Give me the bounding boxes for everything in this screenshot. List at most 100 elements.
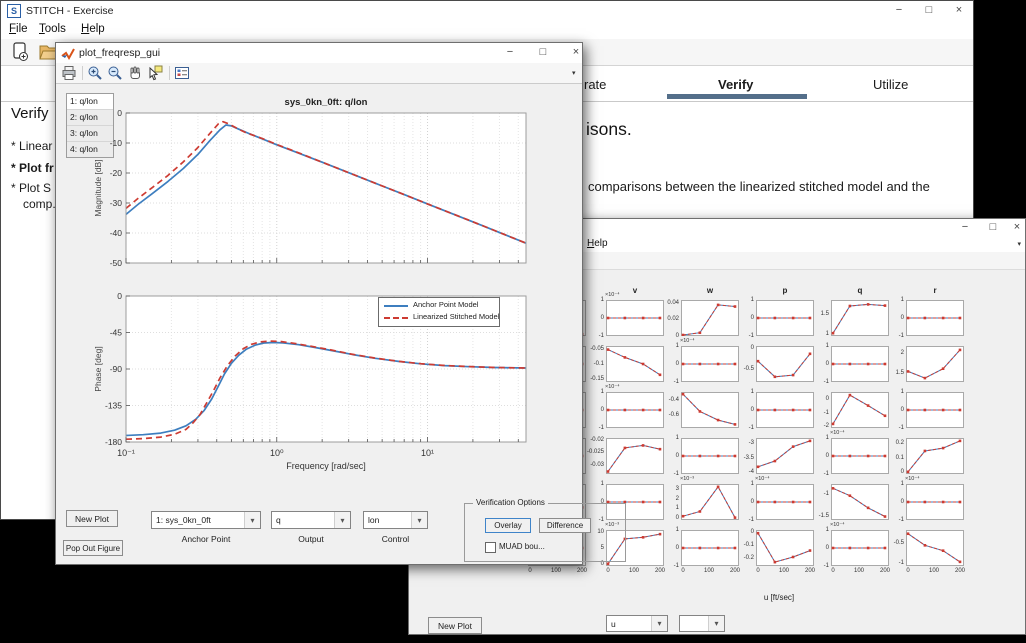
svg-text:-10: -10 [110, 138, 123, 148]
active-tab-underline [667, 94, 807, 99]
zoom-out-icon[interactable] [107, 65, 123, 81]
new-model-icon[interactable] [11, 42, 31, 62]
new-plot-button[interactable]: New Plot [428, 617, 482, 634]
minimize-button[interactable]: − [496, 43, 524, 62]
sidebar-heading: Verify [11, 105, 49, 122]
verification-options-title: Verification Options [473, 498, 548, 507]
toolbar-overflow-icon[interactable]: ▾ [572, 69, 576, 77]
svg-text:-135: -135 [105, 401, 122, 411]
muad-bounds-label: MUAD bou... [499, 542, 545, 551]
freqresp-titlebar: plot_freqresp_gui − □ × [56, 43, 582, 64]
svg-text:-180: -180 [105, 437, 122, 447]
toolbar-separator [169, 66, 170, 80]
zoom-in-icon[interactable] [87, 65, 103, 81]
main-menubar: File Tools Help [1, 21, 973, 40]
x-variable-dropdown[interactable]: u ▾ [606, 615, 668, 632]
svg-text:0: 0 [117, 108, 122, 118]
svg-text:sys_0kn_0ft: q/lon: sys_0kn_0ft: q/lon [285, 97, 368, 108]
svg-text:10⁰: 10⁰ [270, 448, 284, 458]
anchor-point-label: Anchor Point [151, 534, 261, 544]
chevron-down-icon: ▾ [708, 616, 724, 631]
print-icon[interactable] [61, 65, 77, 81]
tab-generate-partial[interactable]: rate [584, 77, 606, 92]
x-tick-label: 200 [952, 568, 968, 574]
mini-plot: 10-1×10⁻⁴0100200 [811, 522, 889, 578]
bullet-marker: * [11, 139, 16, 153]
sidebar-bullet: * Plot fr [11, 161, 54, 175]
x-tick-label: 0 [600, 568, 616, 574]
menu-help[interactable]: Help [587, 238, 608, 249]
output-label: Output [271, 534, 351, 544]
svg-text:10⁻¹: 10⁻¹ [117, 448, 135, 458]
legend-icon[interactable] [174, 65, 190, 81]
desktop: { "glyphs": {"minimize":"−","maximize":"… [0, 0, 1026, 643]
minimize-button[interactable]: − [954, 218, 976, 237]
difference-button[interactable]: Difference [539, 518, 591, 533]
svg-text:Magnitude [dB]: Magnitude [dB] [93, 159, 103, 216]
verification-options-group: Verification Options Overlay Difference … [464, 503, 626, 562]
svg-text:-90: -90 [110, 364, 123, 374]
chevron-down-icon: ▾ [244, 512, 260, 528]
close-button[interactable]: × [1008, 218, 1026, 237]
x-tick-label: 100 [626, 568, 642, 574]
x-tick-label: 0 [675, 568, 691, 574]
anchor-point-dropdown[interactable]: 1: sys_0kn_0ft ▾ [151, 511, 261, 529]
menu-tools[interactable]: Tools [39, 23, 66, 35]
stitch-app-icon: S [7, 4, 21, 18]
toolbar-overflow-icon[interactable]: ▾ [1017, 240, 1021, 248]
mini-plot: 10-10100200 [661, 522, 739, 578]
minimize-button[interactable]: − [885, 1, 913, 20]
x-tick-label: 100 [701, 568, 717, 574]
svg-text:10¹: 10¹ [421, 448, 434, 458]
plot-freqresp-window: plot_freqresp_gui − □ × [55, 42, 583, 565]
menu-help[interactable]: Help [81, 23, 105, 35]
tab-verify[interactable]: Verify [718, 77, 753, 92]
sidebar-bullet: * Linear [11, 139, 52, 153]
x-tick-label: 0 [750, 568, 766, 574]
tab-utilize[interactable]: Utilize [873, 77, 908, 92]
toolbar-separator [82, 66, 83, 80]
overlay-button[interactable]: Overlay [485, 518, 531, 533]
legend-label: Linearized Stitched Model [413, 312, 499, 321]
bullet-marker: * [11, 161, 16, 175]
maximize-button[interactable]: □ [529, 43, 557, 62]
main-window-title: STITCH - Exercise [26, 5, 114, 17]
maximize-button[interactable]: □ [915, 1, 943, 20]
pan-icon[interactable] [127, 65, 143, 81]
mini-plot: 0-0.1-0.20100200 [736, 522, 814, 578]
menu-file[interactable]: File [9, 23, 28, 35]
matlab-figure-icon [61, 46, 75, 60]
x-tick-label: 100 [926, 568, 942, 574]
close-button[interactable]: × [945, 1, 973, 20]
secondary-dropdown[interactable]: ▾ [679, 615, 725, 632]
legend-label: Anchor Point Model [413, 300, 478, 309]
x-tick-label: 100 [776, 568, 792, 574]
new-plot-button[interactable]: New Plot [66, 510, 118, 527]
freqresp-toolbar: ▾ [56, 63, 582, 84]
plot-legend: Anchor Point Model Linearized Stitched M… [378, 297, 500, 327]
pop-out-figure-button[interactable]: Pop Out Figure [63, 540, 123, 556]
bullet-marker: * [11, 181, 16, 195]
svg-text:-20: -20 [110, 168, 123, 178]
svg-text:Phase [deg]: Phase [deg] [93, 346, 103, 391]
sidebar-bullet: * Plot S [11, 181, 51, 195]
x-tick-label: 0 [522, 568, 538, 574]
x-tick-label: 0 [825, 568, 841, 574]
anchor-line-sample [384, 305, 408, 307]
data-cursor-icon[interactable] [147, 65, 163, 81]
svg-text:-50: -50 [110, 258, 123, 268]
svg-text:-45: -45 [110, 328, 123, 338]
output-dropdown[interactable]: q ▾ [271, 511, 351, 529]
x-tick-label: 0 [900, 568, 916, 574]
verify-heading-fragment: isons. [586, 119, 632, 140]
svg-text:-40: -40 [110, 228, 123, 238]
close-button[interactable]: × [562, 43, 590, 62]
control-dropdown[interactable]: lon ▾ [363, 511, 428, 529]
grid-x-axis-label: u [ft/sec] [709, 593, 849, 602]
chevron-down-icon: ▾ [411, 512, 427, 528]
maximize-button[interactable]: □ [982, 218, 1004, 237]
muad-bounds-checkbox[interactable] [485, 542, 496, 553]
chevron-down-icon: ▾ [651, 616, 667, 631]
svg-text:-30: -30 [110, 198, 123, 208]
verify-body-fragment: comparisons between the linearized stitc… [588, 179, 930, 194]
